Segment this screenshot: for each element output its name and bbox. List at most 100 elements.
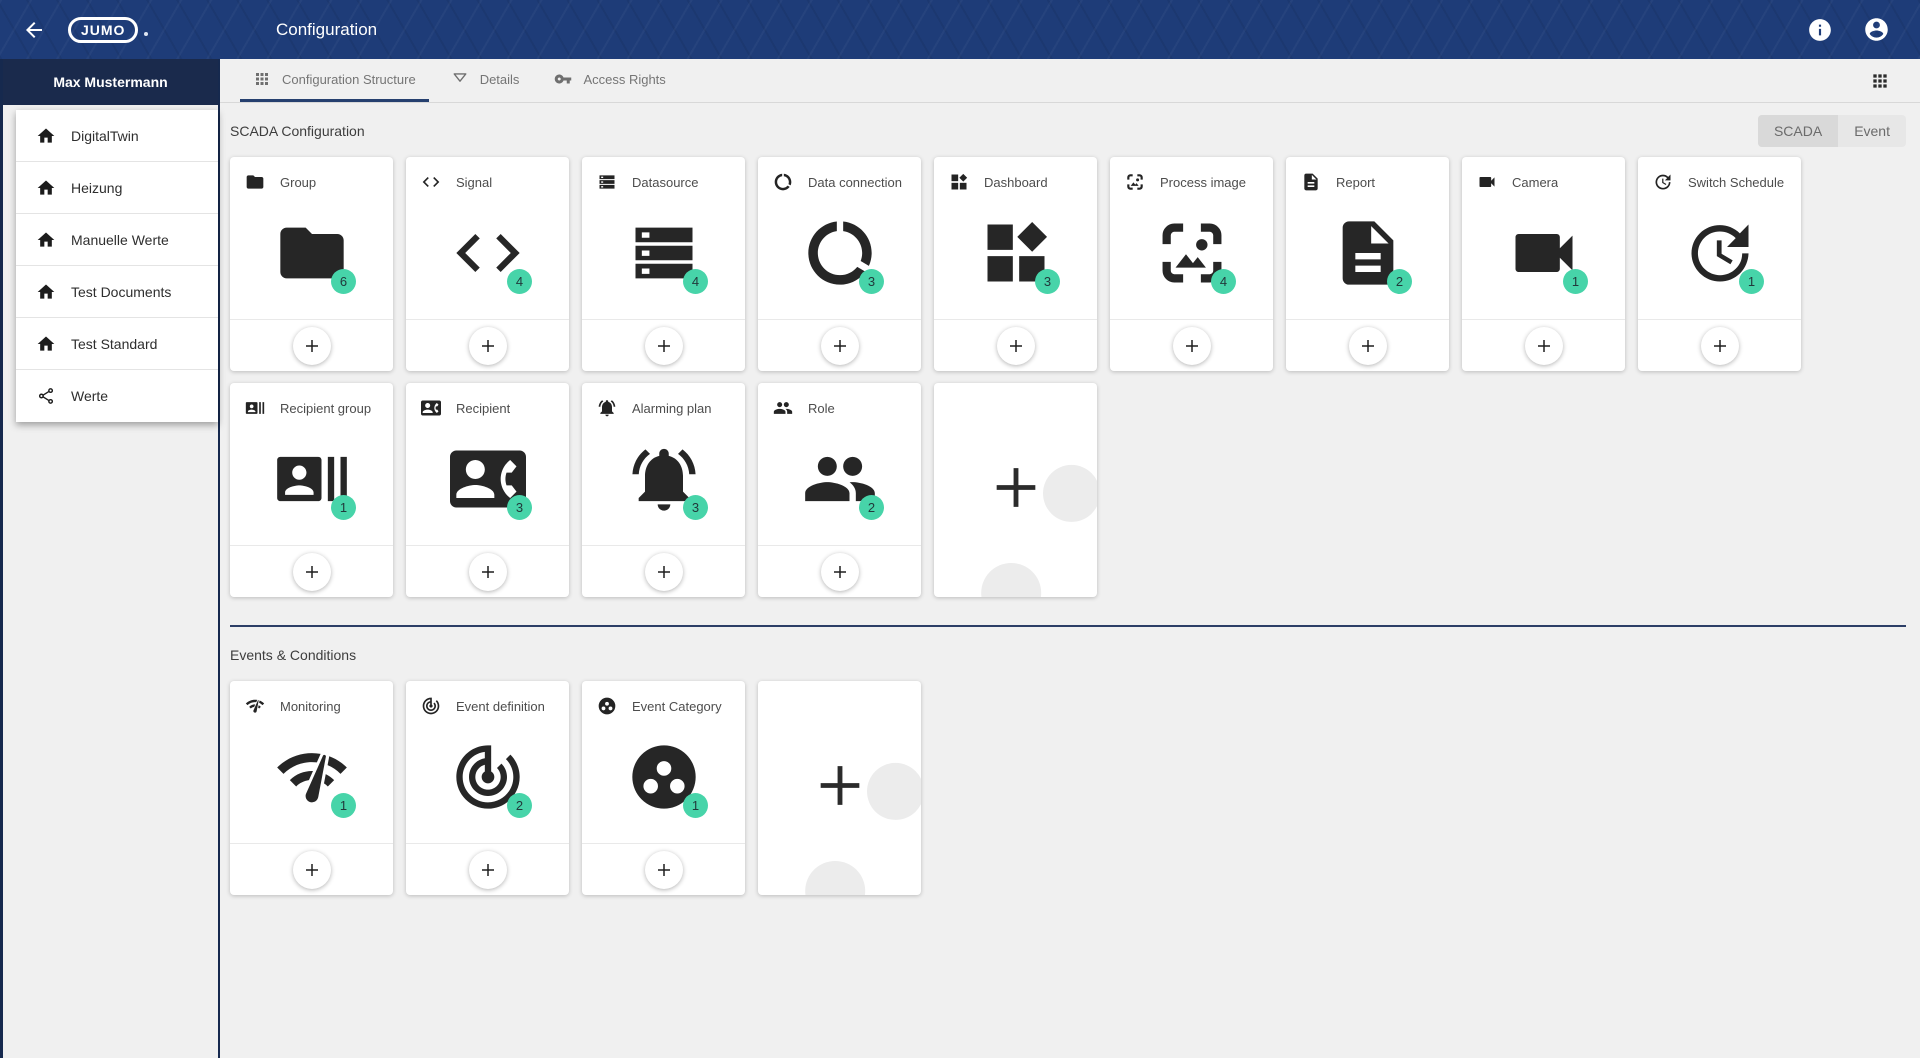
card-header: Recipient — [406, 383, 569, 418]
back-button[interactable] — [16, 12, 52, 48]
add-event-category-button[interactable] — [645, 851, 683, 889]
card-signal[interactable]: Signal4 — [406, 157, 569, 371]
card-main-icon — [758, 215, 921, 291]
card-header: Data connection — [758, 157, 921, 192]
card-label: Switch Schedule — [1688, 175, 1784, 190]
add-dashboard-button[interactable] — [997, 327, 1035, 365]
card-footer — [1638, 319, 1801, 371]
card-footer — [1110, 319, 1273, 371]
sidebar: Max Mustermann DigitalTwinHeizungManuell… — [0, 59, 220, 1058]
sidebar-item-heizung[interactable]: Heizung — [16, 162, 218, 214]
card-header: Report — [1286, 157, 1449, 192]
add-alarming-plan-button[interactable] — [645, 553, 683, 591]
add-recipient-group-button[interactable] — [293, 553, 331, 591]
count-badge: 3 — [683, 495, 708, 520]
count-badge: 2 — [859, 495, 884, 520]
add-monitoring-button[interactable] — [293, 851, 331, 889]
add-plus-icon — [811, 757, 869, 820]
card-label: Role — [808, 401, 835, 416]
card-label: Event definition — [456, 699, 545, 714]
card-role[interactable]: Role 2 — [758, 383, 921, 597]
card-data-connection[interactable]: Data connection3 — [758, 157, 921, 371]
tab-bar: Configuration StructureDetails Access Rig… — [220, 59, 1920, 103]
card-footer — [230, 545, 393, 597]
puzzle-notch-bottom — [981, 563, 1041, 597]
add-group-button[interactable] — [293, 327, 331, 365]
card-grid-scada-configuration: Group6Signal4Datasource4Data connection3… — [230, 157, 1906, 597]
plus-icon — [655, 337, 673, 355]
share-icon — [36, 386, 56, 406]
toggle-option-event[interactable]: Event — [1838, 115, 1906, 147]
section-divider — [230, 625, 1906, 627]
tab-access-rights[interactable]: Access Rights — [541, 59, 678, 102]
add-recipient-button[interactable] — [469, 553, 507, 591]
card-camera[interactable]: Camera 1 — [1462, 157, 1625, 371]
count-badge: 6 — [331, 269, 356, 294]
add-role-button[interactable] — [821, 553, 859, 591]
add-switch-schedule-button[interactable] — [1701, 327, 1739, 365]
sidebar-nav-list: DigitalTwinHeizungManuelle WerteTest Doc… — [16, 110, 218, 422]
card-label: Signal — [456, 175, 492, 190]
card-label: Recipient group — [280, 401, 371, 416]
card-footer — [582, 545, 745, 597]
card-main-icon — [1286, 215, 1449, 291]
plus-icon — [1359, 337, 1377, 355]
add-process-image-button[interactable] — [1173, 327, 1211, 365]
count-badge: 1 — [331, 495, 356, 520]
count-badge: 1 — [1563, 269, 1588, 294]
account-icon[interactable] — [1863, 16, 1890, 43]
tab-details[interactable]: Details — [438, 59, 533, 102]
card-footer — [1286, 319, 1449, 371]
count-badge: 1 — [331, 793, 356, 818]
card-event-definition[interactable]: Event definition2 — [406, 681, 569, 895]
add-configuration-tile[interactable] — [934, 383, 1097, 597]
scada-event-toggle: SCADAEvent — [1758, 115, 1906, 147]
home-icon — [36, 230, 56, 250]
card-grid-events-conditions: Monitoring 1 Event definition2Event Catego… — [230, 681, 1906, 895]
sidebar-item-test-standard[interactable]: Test Standard — [16, 318, 218, 370]
jumo-logo: JUMO — [68, 17, 148, 43]
count-badge: 4 — [683, 269, 708, 294]
tab-label: Access Rights — [583, 72, 665, 87]
card-process-image[interactable]: Process image4 — [1110, 157, 1273, 371]
toggle-option-scada[interactable]: SCADA — [1758, 115, 1838, 147]
add-signal-button[interactable] — [469, 327, 507, 365]
card-switch-schedule[interactable]: Switch Schedule1 — [1638, 157, 1801, 371]
sidebar-item-manuelle-werte[interactable]: Manuelle Werte — [16, 214, 218, 266]
card-label: Data connection — [808, 175, 902, 190]
card-group[interactable]: Group6 — [230, 157, 393, 371]
home-icon — [36, 334, 56, 354]
dashboard-icon — [949, 172, 969, 192]
card-main-icon — [582, 215, 745, 291]
card-main-icon — [1462, 215, 1625, 291]
tab-configuration-structure[interactable]: Configuration Structure — [240, 59, 429, 102]
apps-grid-button[interactable] — [1870, 59, 1890, 103]
section-title: SCADA Configuration — [230, 123, 365, 139]
info-icon[interactable] — [1807, 17, 1833, 43]
alarming-plan-icon — [597, 398, 617, 418]
card-recipient[interactable]: Recipient3 — [406, 383, 569, 597]
card-report[interactable]: Report2 — [1286, 157, 1449, 371]
add-datasource-button[interactable] — [645, 327, 683, 365]
add-configuration-tile[interactable] — [758, 681, 921, 895]
card-header: Process image — [1110, 157, 1273, 192]
add-data-connection-button[interactable] — [821, 327, 859, 365]
card-header: Camera — [1462, 157, 1625, 192]
add-event-definition-button[interactable] — [469, 851, 507, 889]
card-recipient-group[interactable]: Recipient group 1 — [230, 383, 393, 597]
sidebar-item-werte[interactable]: Werte — [16, 370, 218, 422]
card-event-category[interactable]: Event Category1 — [582, 681, 745, 895]
add-report-button[interactable] — [1349, 327, 1387, 365]
card-monitoring[interactable]: Monitoring 1 — [230, 681, 393, 895]
card-footer — [1462, 319, 1625, 371]
card-dashboard[interactable]: Dashboard3 — [934, 157, 1097, 371]
home-icon — [36, 178, 56, 198]
card-datasource[interactable]: Datasource4 — [582, 157, 745, 371]
card-alarming-plan[interactable]: Alarming plan3 — [582, 383, 745, 597]
add-camera-button[interactable] — [1525, 327, 1563, 365]
plus-icon — [831, 337, 849, 355]
card-footer — [582, 319, 745, 371]
card-header: Monitoring — [230, 681, 393, 716]
sidebar-item-digitaltwin[interactable]: DigitalTwin — [16, 110, 218, 162]
sidebar-item-test-documents[interactable]: Test Documents — [16, 266, 218, 318]
